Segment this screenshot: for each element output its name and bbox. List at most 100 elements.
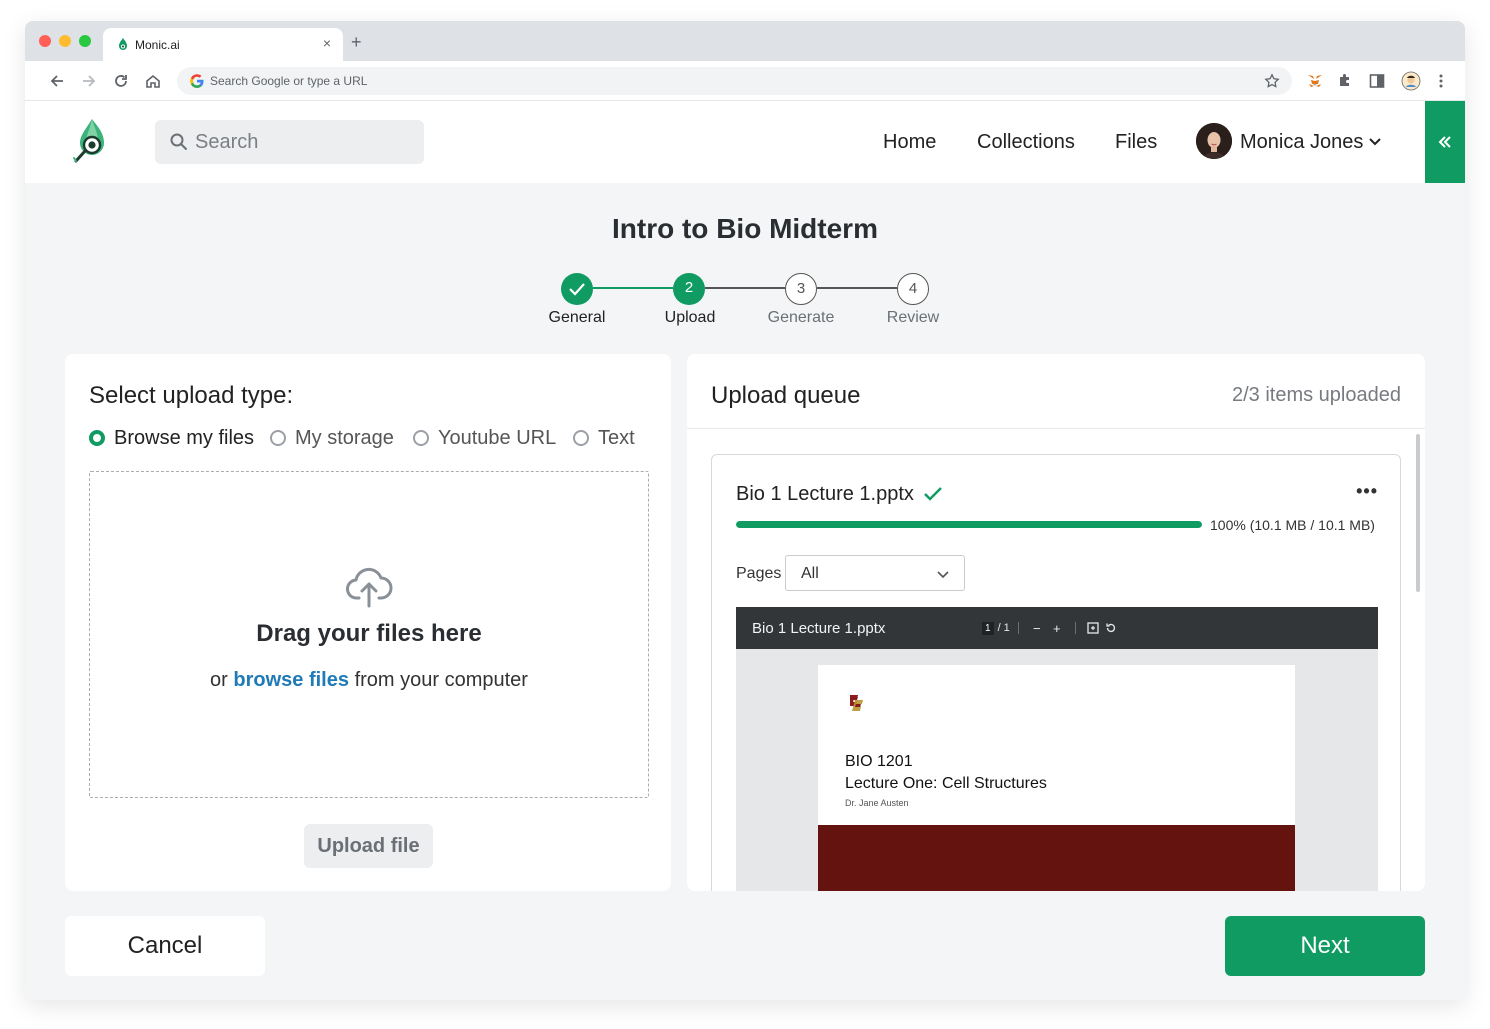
- cancel-button[interactable]: Cancel: [65, 916, 265, 976]
- search-input[interactable]: [195, 120, 415, 164]
- window-close-button[interactable]: [39, 35, 51, 47]
- step-generate-circle[interactable]: 3: [785, 273, 817, 305]
- upload-type-card: Select upload type: Browse my files My s…: [65, 354, 671, 891]
- radio-text[interactable]: Text: [573, 426, 635, 450]
- window-maximize-button[interactable]: [79, 35, 91, 47]
- pages-select[interactable]: All: [785, 555, 965, 591]
- progress-stepper: 2 3 4 General Upload Generate Review: [25, 271, 1465, 331]
- step-review-label: Review: [886, 309, 940, 326]
- pages-select-value: All: [801, 565, 819, 582]
- nav-files-link[interactable]: Files: [1115, 131, 1157, 154]
- nav-collections-link[interactable]: Collections: [977, 131, 1075, 154]
- double-chevron-left-icon: [1438, 136, 1451, 148]
- browser-menu-icon[interactable]: [1431, 71, 1451, 91]
- radio-browse-files[interactable]: Browse my files: [89, 426, 254, 450]
- viewer-toolbar: Bio 1 Lecture 1.pptx 1 / 1 − +: [736, 607, 1378, 649]
- forward-arrow-icon[interactable]: [80, 72, 98, 90]
- browser-toolbar: Search Google or type a URL: [25, 61, 1465, 101]
- upload-type-title: Select upload type:: [89, 382, 294, 409]
- browser-tab-strip: Monic.ai × +: [25, 21, 1465, 61]
- file-name: Bio 1 Lecture 1.pptx: [736, 483, 914, 505]
- radio-unchecked-icon: [270, 430, 286, 446]
- step-upload-circle[interactable]: 2: [673, 273, 705, 305]
- checkmark-icon: [569, 283, 585, 296]
- upload-queue-count: 2/3 items uploaded: [1231, 384, 1401, 406]
- viewer-controls: 1 / 1 − +: [982, 620, 1120, 636]
- user-avatar[interactable]: [1196, 123, 1232, 159]
- home-icon[interactable]: [144, 72, 162, 90]
- step-upload-label: Upload: [664, 309, 716, 326]
- chevron-down-icon[interactable]: [1367, 133, 1383, 149]
- tab-title: Monic.ai: [135, 38, 180, 52]
- divider: [687, 428, 1425, 429]
- metamask-extension-icon[interactable]: [1305, 71, 1325, 91]
- queue-scrollbar[interactable]: [1416, 434, 1420, 592]
- step-general-label: General: [548, 309, 606, 326]
- zoom-in-button[interactable]: +: [1050, 621, 1064, 636]
- step-generate-label: Generate: [767, 309, 835, 326]
- chevron-down-icon: [937, 571, 949, 579]
- viewer-page-total: / 1: [997, 622, 1010, 634]
- browse-files-link[interactable]: browse files: [233, 669, 349, 691]
- slide-author: Dr. Jane Austen: [845, 798, 909, 808]
- profile-avatar-icon[interactable]: [1401, 71, 1421, 91]
- upload-complete-check-icon: [924, 487, 942, 501]
- reload-icon[interactable]: [112, 72, 130, 90]
- divider: [1074, 622, 1076, 634]
- university-monogram-logo-icon: [850, 695, 863, 711]
- pages-label: Pages: [736, 565, 782, 582]
- slide-course-code: BIO 1201: [845, 753, 913, 770]
- radio-checked-icon: [89, 430, 105, 446]
- file-dropzone[interactable]: Drag your files here or browse files fro…: [89, 471, 649, 798]
- page-title: Intro to Bio Midterm: [612, 213, 878, 244]
- upload-queue-title: Upload queue: [711, 382, 861, 409]
- tab-close-icon[interactable]: ×: [319, 35, 335, 51]
- browser-tab[interactable]: Monic.ai ×: [103, 28, 343, 61]
- address-bar[interactable]: Search Google or type a URL: [177, 67, 1292, 95]
- rotate-icon[interactable]: [1105, 622, 1117, 634]
- slide-color-band: [818, 825, 1295, 891]
- monic-logo-icon[interactable]: [72, 117, 108, 165]
- step-general-circle[interactable]: [561, 273, 593, 305]
- back-arrow-icon[interactable]: [48, 72, 66, 90]
- dropzone-title: Drag your files here: [256, 620, 482, 647]
- upload-progress-bar: [736, 521, 1202, 528]
- radio-my-storage[interactable]: My storage: [270, 426, 394, 450]
- google-g-icon: [190, 74, 204, 88]
- step-connector-1: [593, 287, 673, 289]
- side-panel-icon[interactable]: [1367, 71, 1387, 91]
- zoom-out-button[interactable]: −: [1030, 621, 1044, 636]
- window-minimize-button[interactable]: [59, 35, 71, 47]
- radio-youtube-url[interactable]: Youtube URL: [413, 426, 556, 450]
- search-box[interactable]: [155, 120, 424, 164]
- next-button[interactable]: Next: [1225, 916, 1425, 976]
- search-icon: [170, 133, 187, 150]
- collapse-panel-button[interactable]: [1425, 101, 1465, 183]
- slide-preview: BIO 1201 Lecture One: Cell Structures Dr…: [818, 665, 1295, 891]
- radio-unchecked-icon: [413, 430, 429, 446]
- slide-lecture-title: Lecture One: Cell Structures: [845, 775, 1047, 792]
- radio-unchecked-icon: [573, 430, 589, 446]
- bookmark-star-icon[interactable]: [1264, 73, 1280, 89]
- viewer-title: Bio 1 Lecture 1.pptx: [752, 620, 886, 637]
- address-bar-placeholder: Search Google or type a URL: [210, 74, 368, 88]
- file-preview-viewer[interactable]: Bio 1 Lecture 1.pptx 1 / 1 − + BIO 1201 …: [736, 607, 1378, 891]
- fit-page-icon[interactable]: [1087, 622, 1099, 634]
- step-review-circle[interactable]: 4: [897, 273, 929, 305]
- upload-progress-fill: [736, 521, 1202, 528]
- step-connector-2: [705, 287, 785, 289]
- upload-progress-text: 100% (10.1 MB / 10.1 MB): [1210, 517, 1375, 533]
- cloud-upload-icon: [346, 567, 393, 608]
- dropzone-subtitle: or browse files from your computer: [210, 669, 528, 691]
- nav-home-link[interactable]: Home: [883, 131, 936, 154]
- divider: [1017, 622, 1019, 634]
- viewer-page-input[interactable]: 1: [982, 621, 994, 635]
- browser-window: Monic.ai × + Search Google or type a URL: [25, 21, 1465, 1000]
- monic-favicon-icon: [119, 38, 127, 50]
- upload-file-button[interactable]: Upload file: [304, 824, 433, 868]
- step-connector-3: [817, 287, 897, 289]
- new-tab-button[interactable]: +: [351, 33, 362, 51]
- more-options-icon[interactable]: •••: [1356, 481, 1378, 502]
- extensions-puzzle-icon[interactable]: [1335, 71, 1355, 91]
- user-name[interactable]: Monica Jones: [1240, 131, 1363, 154]
